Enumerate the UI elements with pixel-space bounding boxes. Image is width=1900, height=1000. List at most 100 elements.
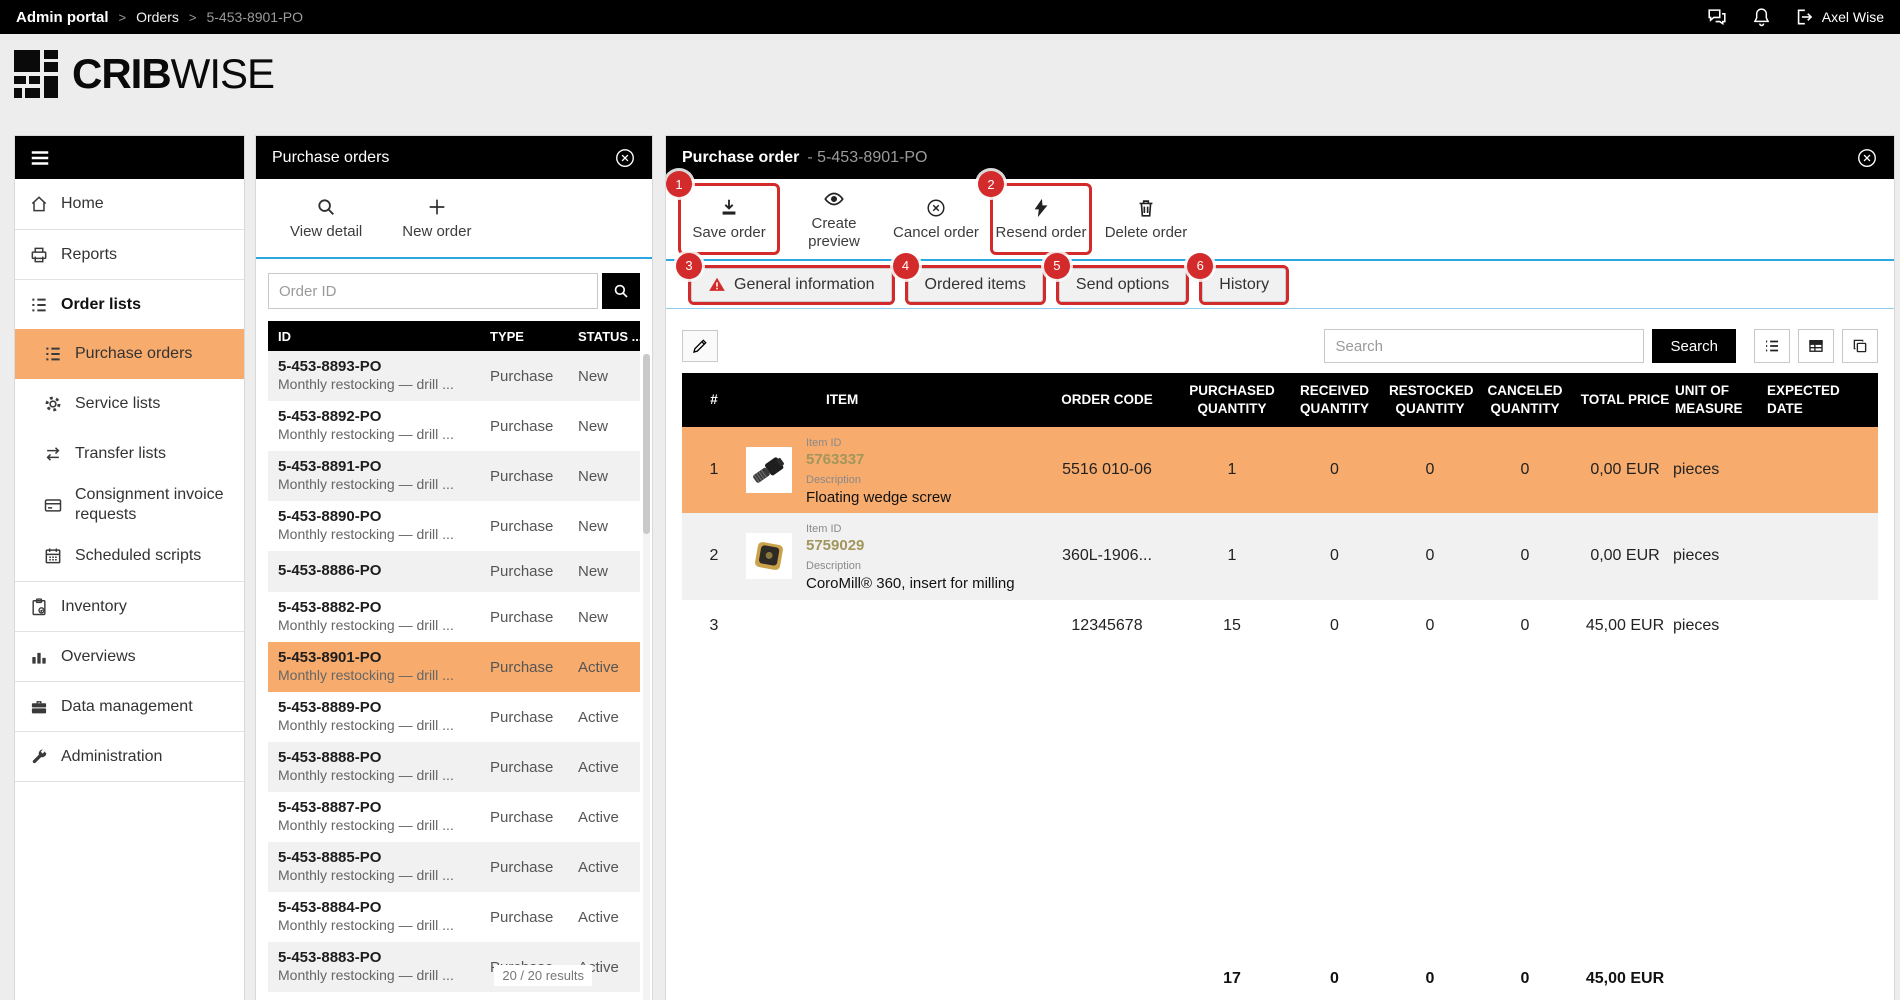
item-id-link[interactable]: 5763337 xyxy=(806,451,864,468)
item-description: CoroMill® 360, insert for milling xyxy=(806,575,1015,592)
table-view-button[interactable] xyxy=(1798,329,1834,363)
order-type: Purchase xyxy=(490,909,578,926)
tab-history[interactable]: History xyxy=(1202,268,1286,302)
chat-icon[interactable] xyxy=(1705,6,1729,28)
order-search-button[interactable] xyxy=(602,273,640,309)
column-num: # xyxy=(682,385,746,415)
sidebar-item-purchase-orders[interactable]: Purchase orders xyxy=(15,329,244,379)
order-subtitle: Monthly restocking — drill ... xyxy=(278,967,454,983)
cancel-circle-icon xyxy=(925,197,947,219)
order-row[interactable]: 5-453-8892-POMonthly restocking — drill … xyxy=(268,401,640,451)
copy-button[interactable] xyxy=(1842,329,1878,363)
item-row[interactable]: 1 Item ID 5763337 Description Floating w… xyxy=(682,427,1878,513)
sidebar-item-overviews[interactable]: Overviews xyxy=(15,631,244,681)
sidebar-item-administration[interactable]: Administration xyxy=(15,731,244,781)
breadcrumb-orders[interactable]: Orders xyxy=(136,9,179,25)
items-search-input[interactable] xyxy=(1324,329,1644,363)
tab-send-options[interactable]: Send options xyxy=(1059,268,1186,302)
breadcrumb-admin-portal[interactable]: Admin portal xyxy=(16,9,109,26)
items-table-header: # ITEM ORDER CODE PURCHASED QUANTITY REC… xyxy=(682,373,1878,427)
order-row-selected[interactable]: 5-453-8901-POMonthly restocking — drill … xyxy=(268,642,640,692)
tab-general-information[interactable]: General information xyxy=(691,268,892,302)
sidebar-item-home[interactable]: Home xyxy=(15,179,244,229)
user-menu[interactable]: Axel Wise xyxy=(1794,7,1884,27)
logout-icon[interactable] xyxy=(1794,7,1814,27)
orders-list-header: ID TYPE STATUS ... xyxy=(268,321,640,351)
list-icon xyxy=(29,295,49,315)
orders-search-row xyxy=(256,259,652,321)
order-row[interactable]: 5-453-8891-POMonthly restocking — drill … xyxy=(268,451,640,501)
order-row[interactable]: 5-453-8889-POMonthly restocking — drill … xyxy=(268,692,640,742)
item-num: 3 xyxy=(682,617,746,635)
ordered-items-table: # ITEM ORDER CODE PURCHASED QUANTITY REC… xyxy=(682,373,1878,652)
sidebar-item-reports[interactable]: Reports xyxy=(15,229,244,279)
hamburger-menu-icon[interactable] xyxy=(29,147,51,169)
sidebar-item-inventory[interactable]: Inventory xyxy=(15,581,244,631)
orders-toolbar: View detail New order xyxy=(256,179,652,259)
order-subtitle: Monthly restocking — drill ... xyxy=(278,917,454,933)
order-status: New xyxy=(578,563,640,580)
order-type: Purchase xyxy=(490,809,578,826)
total-canceled: 0 xyxy=(1473,970,1577,988)
order-row[interactable]: 5-453-8890-POMonthly restocking — drill … xyxy=(268,501,640,551)
order-row[interactable]: 5-453-8884-POMonthly restocking — drill … xyxy=(268,892,640,942)
order-row[interactable]: 5-453-8893-POMonthly restocking — drill … xyxy=(268,351,640,401)
sidebar-item-order-lists[interactable]: Order lists xyxy=(15,279,244,329)
sidebar-item-service-lists[interactable]: Service lists xyxy=(15,379,244,429)
canceled-quantity: 0 xyxy=(1473,547,1577,565)
resend-order-label: Resend order xyxy=(996,224,1087,241)
item-id-link[interactable]: 5759029 xyxy=(806,537,864,554)
sidebar-item-label: Service lists xyxy=(75,395,160,413)
notifications-bell-icon[interactable] xyxy=(1751,6,1772,28)
new-order-label: New order xyxy=(402,223,471,240)
column-status: STATUS ... xyxy=(578,329,640,344)
sidebar-item-label: Transfer lists xyxy=(75,445,166,463)
scrollbar-thumb[interactable] xyxy=(643,354,650,534)
view-detail-button[interactable]: View detail xyxy=(290,196,362,240)
order-id: 5-453-8893-PO xyxy=(278,358,381,375)
item-row[interactable]: 3 12345678 15 0 0 0 45,00 EUR pieces xyxy=(682,600,1878,652)
list-view-button[interactable] xyxy=(1754,329,1790,363)
order-subtitle: Monthly restocking — drill ... xyxy=(278,667,454,683)
order-status: New xyxy=(578,518,640,535)
sidebar-item-scheduled-scripts[interactable]: Scheduled scripts xyxy=(15,531,244,581)
order-subtitle: Monthly restocking — drill ... xyxy=(278,526,454,542)
order-row[interactable]: 5-453-8888-POMonthly restocking — drill … xyxy=(268,742,640,792)
save-order-button[interactable]: Save order xyxy=(681,186,777,252)
canceled-quantity: 0 xyxy=(1473,461,1577,479)
order-id: 5-453-8886-PO xyxy=(278,562,381,579)
column-expected-date: EXPECTED DATE xyxy=(1763,376,1878,423)
resend-order-button[interactable]: Resend order xyxy=(993,186,1089,252)
items-search-button[interactable]: Search xyxy=(1652,329,1736,363)
order-row[interactable]: 5-453-8882-POMonthly restocking — drill … xyxy=(268,592,640,642)
tab-ordered-items[interactable]: Ordered items xyxy=(908,268,1043,302)
sidebar-item-label: Order lists xyxy=(61,296,141,314)
sidebar-item-transfer-lists[interactable]: Transfer lists xyxy=(15,429,244,479)
new-order-button[interactable]: New order xyxy=(402,196,471,240)
order-row[interactable]: 5-453-8886-PO Purchase New xyxy=(268,551,640,592)
purchased-quantity: 1 xyxy=(1182,461,1282,479)
close-icon[interactable] xyxy=(614,147,636,169)
sidebar-item-label: Inventory xyxy=(61,598,127,616)
edit-button[interactable] xyxy=(682,330,718,362)
create-preview-button[interactable]: Create preview xyxy=(786,183,882,255)
list-scrollbar[interactable] xyxy=(643,354,650,1000)
top-bar: Admin portal > Orders > 5-453-8901-PO Ax… xyxy=(0,0,1900,34)
order-row[interactable]: 5-453-8887-POMonthly restocking — drill … xyxy=(268,792,640,842)
sidebar-item-label: Purchase orders xyxy=(75,345,192,363)
sidebar-item-data-management[interactable]: Data management xyxy=(15,681,244,731)
order-id: 5-453-8889-PO xyxy=(278,699,381,716)
order-row[interactable]: 5-453-8885-POMonthly restocking — drill … xyxy=(268,842,640,892)
cancel-order-button[interactable]: Cancel order xyxy=(888,183,984,255)
column-unit-of-measure: UNIT OF MEASURE xyxy=(1673,376,1763,423)
order-id: 5-453-8901-PO xyxy=(278,649,381,666)
delete-order-button[interactable]: Delete order xyxy=(1098,183,1194,255)
detail-toolbar: 1 Save order Create preview Cancel order… xyxy=(666,179,1894,261)
order-code: 12345678 xyxy=(1032,617,1182,635)
item-row[interactable]: 2 Item ID 5759029 Description CoroMill® … xyxy=(682,513,1878,599)
close-icon[interactable] xyxy=(1856,147,1878,169)
sidebar-item-consignment-invoice-requests[interactable]: Consignment invoice requests xyxy=(15,479,244,531)
order-subtitle: Monthly restocking — drill ... xyxy=(278,617,454,633)
annotation-box-3: 3 General information xyxy=(688,265,895,305)
order-id-input[interactable] xyxy=(268,273,598,309)
